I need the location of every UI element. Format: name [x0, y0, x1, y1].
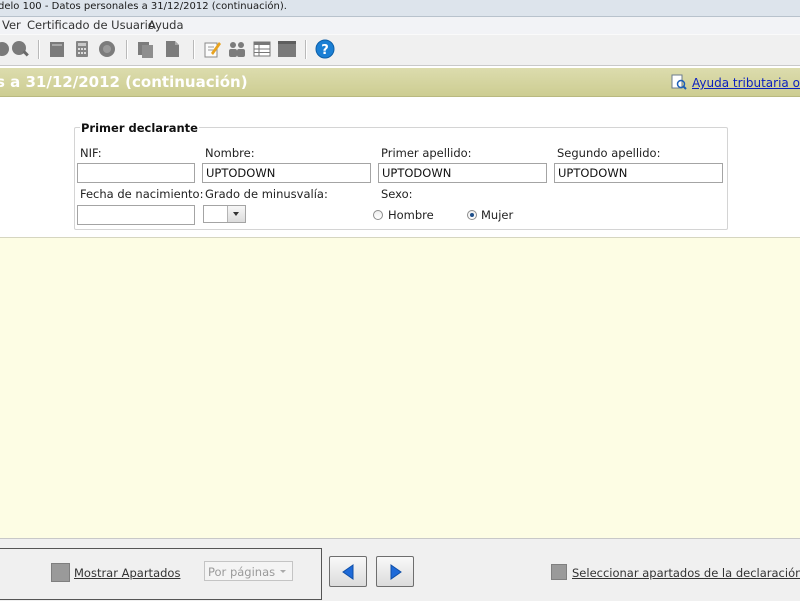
pages-select-value: Por páginas [208, 565, 276, 579]
document-search-icon[interactable] [671, 74, 687, 90]
hombre-label[interactable]: Hombre [388, 208, 434, 222]
svg-text:?: ? [321, 43, 329, 58]
menu-item-certificado[interactable]: Certificado de Usuario [27, 18, 155, 32]
group-legend: Primer declarante [80, 121, 199, 135]
menu-item-ver[interactable]: Ver [2, 18, 21, 32]
nombre-field[interactable]: UPTODOWN [202, 163, 371, 183]
segundo-apellido-field[interactable]: UPTODOWN [554, 163, 723, 183]
window-title-bar: delo 100 - Datos personales a 31/12/2012… [0, 0, 800, 17]
nif-field[interactable] [77, 163, 195, 183]
online-help-link[interactable]: Ayuda tributaria onlin [692, 76, 800, 90]
grado-minusvalia-select[interactable] [203, 205, 246, 223]
radio-mujer[interactable] [467, 210, 477, 220]
primer-apellido-field[interactable]: UPTODOWN [378, 163, 547, 183]
window-title: delo 100 - Datos personales a 31/12/2012… [0, 1, 287, 12]
chevron-down-icon [280, 570, 286, 573]
checkbox-icon[interactable] [551, 564, 567, 580]
help-icon[interactable]: ? [315, 39, 335, 59]
next-button[interactable] [376, 556, 414, 587]
pages-select[interactable]: Por páginas [204, 561, 293, 581]
nombre-label: Nombre: [205, 146, 255, 160]
grado-minusvalia-label: Grado de minusvalía: [205, 187, 328, 201]
toolbar: ? [0, 34, 800, 66]
page-title: s a 31/12/2012 (continuación) [0, 73, 248, 91]
sexo-label: Sexo: [381, 187, 413, 201]
work-area [0, 238, 800, 538]
search-icon[interactable] [10, 39, 30, 59]
arrow-right-icon [390, 564, 402, 580]
section-header: s a 31/12/2012 (continuación) Ayuda trib… [0, 68, 800, 97]
fecha-nacimiento-field[interactable] [77, 205, 195, 225]
segundo-apellido-label: Segundo apellido: [557, 146, 661, 160]
menu-item-ayuda[interactable]: Ayuda [148, 18, 184, 32]
edit-icon[interactable] [202, 39, 222, 59]
nif-label: NIF: [80, 146, 102, 160]
people-icon[interactable] [227, 39, 247, 59]
arrow-left-icon [342, 564, 354, 580]
show-sections-link[interactable]: Mostrar Apartados [74, 566, 180, 580]
radio-hombre[interactable] [373, 210, 383, 220]
window-icon[interactable] [277, 39, 297, 59]
sections-icon[interactable] [51, 563, 70, 582]
fecha-nacimiento-label: Fecha de nacimiento: [80, 187, 204, 201]
table-icon[interactable] [252, 39, 272, 59]
export-icon[interactable] [162, 39, 182, 59]
select-sections-link[interactable]: Seleccionar apartados de la declaración [572, 566, 800, 580]
document-icon[interactable] [47, 39, 67, 59]
menu-bar: Ver Certificado de Usuario Ayuda [0, 17, 800, 34]
primer-apellido-label: Primer apellido: [381, 146, 472, 160]
previous-button[interactable] [329, 556, 367, 587]
chevron-down-icon[interactable] [227, 206, 245, 222]
calculator-icon[interactable] [72, 39, 92, 59]
copy-icon[interactable] [135, 39, 155, 59]
mujer-label[interactable]: Mujer [481, 208, 513, 222]
record-icon[interactable] [97, 39, 117, 59]
